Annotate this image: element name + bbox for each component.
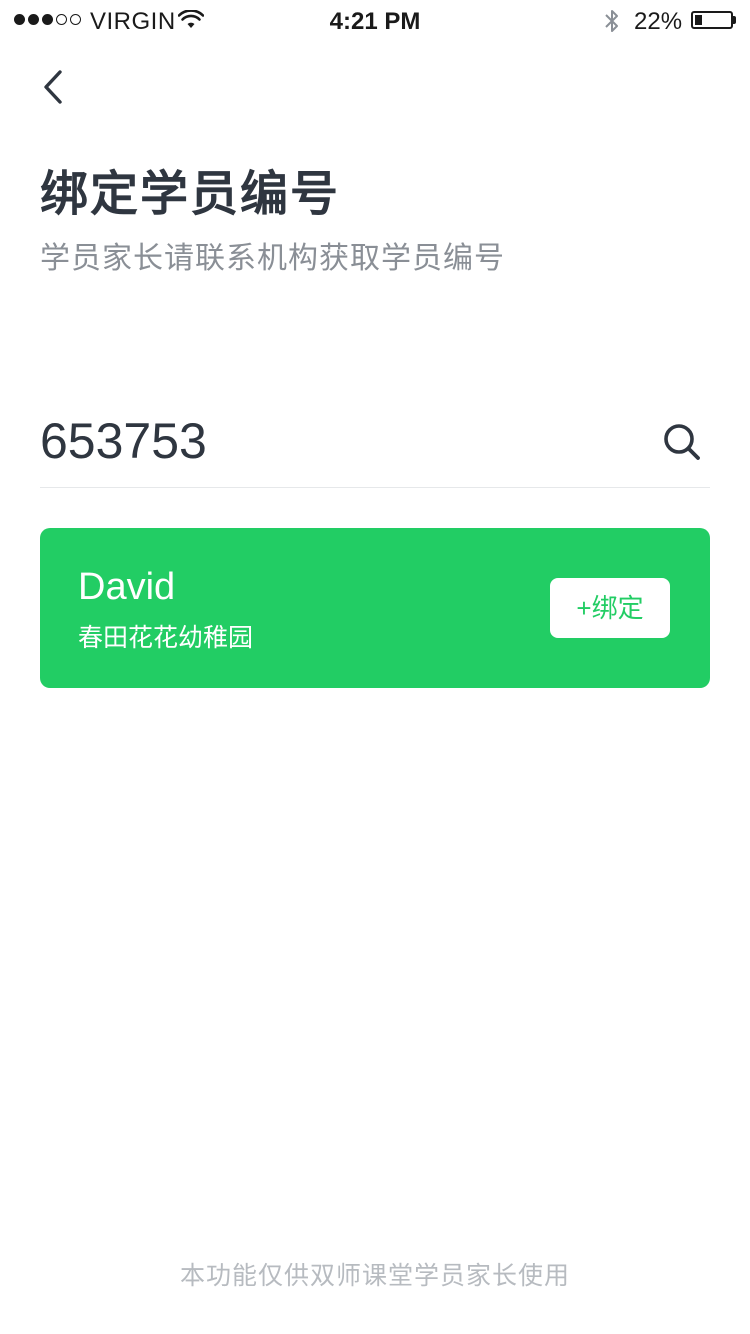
student-school: 春田花花幼稚园 [78, 624, 254, 652]
battery-tip [733, 16, 736, 24]
bluetooth-icon [605, 10, 618, 32]
footer-note: 本功能仅供双师课堂学员家长使用 [179, 1262, 570, 1290]
student-result-card: David 春田花花幼稚园 +绑定 [40, 528, 710, 688]
status-bar: VIRGIN 4:21 PM 22% [0, 0, 750, 40]
student-name: David [78, 566, 176, 608]
student-id-search [40, 400, 710, 488]
page-subtitle: 学员家长请联系机构获取学员编号 [40, 242, 505, 275]
student-id-input[interactable] [40, 406, 640, 476]
bind-button[interactable]: +绑定 [550, 578, 670, 638]
chevron-left-icon [44, 70, 62, 104]
page-title: 绑定学员编号 [40, 168, 341, 221]
search-icon[interactable] [660, 420, 704, 464]
battery-icon [691, 11, 733, 29]
back-button[interactable] [30, 62, 78, 114]
bind-student-screen: VIRGIN 4:21 PM 22% 绑定学员编号 学员家长请联系机构获取学员编… [0, 0, 750, 1334]
battery-level [695, 15, 702, 25]
battery-percent: 22% [634, 8, 683, 35]
